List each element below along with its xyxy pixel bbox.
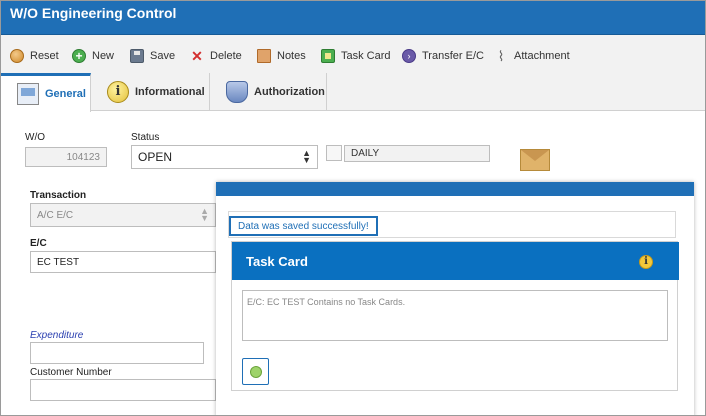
info-icon[interactable]: i [639, 255, 653, 269]
notes-button[interactable]: Notes [257, 48, 306, 64]
save-label: Save [150, 50, 176, 62]
wo-label: W/O [25, 132, 45, 143]
notes-icon [257, 49, 271, 63]
success-message: Data was saved successfully! [229, 216, 378, 236]
add-icon [250, 366, 262, 378]
envelope-icon[interactable] [520, 149, 550, 171]
reset-button[interactable]: Reset [10, 48, 59, 64]
toolbar: Reset + New Save ✕ Delete Notes Task Car… [1, 35, 705, 73]
status-label: Status [131, 132, 160, 143]
reset-label: Reset [30, 50, 59, 62]
save-button[interactable]: Save [130, 48, 175, 64]
tab-general-label: General [45, 88, 86, 100]
paperclip-icon: ⌇ [497, 48, 505, 64]
daily-field: DAILY [344, 145, 490, 162]
title-bar: W/O Engineering Control [1, 1, 705, 35]
new-button[interactable]: + New [72, 48, 114, 64]
save-icon [130, 49, 144, 63]
expenditure-label: Expenditure [30, 330, 84, 341]
transfer-ec-button[interactable]: › Transfer E/C [402, 48, 484, 64]
transaction-label: Transaction [30, 190, 87, 201]
add-task-card-button[interactable] [242, 358, 269, 385]
attachment-button[interactable]: ⌇ Attachment [494, 48, 570, 64]
task-card-list: E/C: EC TEST Contains no Task Cards. [242, 290, 668, 341]
status-value: OPEN [138, 150, 173, 164]
app-window: W/O Engineering Control Reset + New Save… [0, 0, 706, 416]
delete-x-icon: ✕ [191, 48, 203, 64]
status-select[interactable]: OPEN ▲ ▼ [131, 145, 318, 169]
customer-number-field[interactable] [30, 379, 216, 401]
transaction-select[interactable]: A/C E/C ▲ ▼ [30, 203, 216, 227]
info-icon: i [107, 81, 129, 103]
tab-authorization[interactable]: Authorization [210, 73, 327, 111]
window-title: W/O Engineering Control [10, 5, 177, 21]
shield-icon [226, 81, 248, 103]
expenditure-field[interactable] [30, 342, 204, 364]
task-card-icon [321, 49, 335, 63]
notes-label: Notes [277, 50, 306, 62]
task-card-label: Task Card [341, 50, 391, 62]
tab-informational-label: Informational [135, 86, 205, 98]
task-card-title: Task Card [246, 253, 308, 269]
plus-circle-icon: + [72, 49, 86, 63]
general-icon [17, 83, 39, 105]
new-label: New [92, 50, 115, 62]
transaction-value: A/C E/C [37, 209, 74, 221]
tab-informational[interactable]: i Informational [91, 73, 210, 111]
customer-number-label: Customer Number [30, 367, 112, 378]
task-card-dialog: Data was saved successfully! Task Card i… [216, 182, 694, 415]
delete-button[interactable]: ✕ Delete [190, 48, 242, 64]
transfer-icon: › [402, 49, 416, 63]
task-card-panel: Task Card i E/C: EC TEST Contains no Tas… [231, 241, 679, 391]
task-card-button[interactable]: Task Card [321, 48, 391, 64]
reset-icon [10, 49, 24, 63]
transfer-ec-label: Transfer E/C [422, 50, 484, 62]
tab-general[interactable]: General [1, 73, 91, 112]
chevron-updown-icon: ▲ ▼ [302, 148, 311, 165]
dialog-header-bar [216, 182, 694, 196]
chevron-updown-icon: ▲ ▼ [200, 206, 209, 223]
wo-field[interactable]: 104123 [25, 147, 107, 167]
daily-checkbox[interactable] [326, 145, 342, 161]
delete-label: Delete [210, 50, 242, 62]
ec-label: E/C [30, 238, 47, 249]
tab-bar: General i Informational Authorization [1, 73, 705, 112]
ec-field[interactable]: EC TEST [30, 251, 216, 273]
attachment-label: Attachment [514, 50, 570, 62]
task-card-header: Task Card i [232, 242, 679, 280]
tab-authorization-label: Authorization [254, 86, 325, 98]
